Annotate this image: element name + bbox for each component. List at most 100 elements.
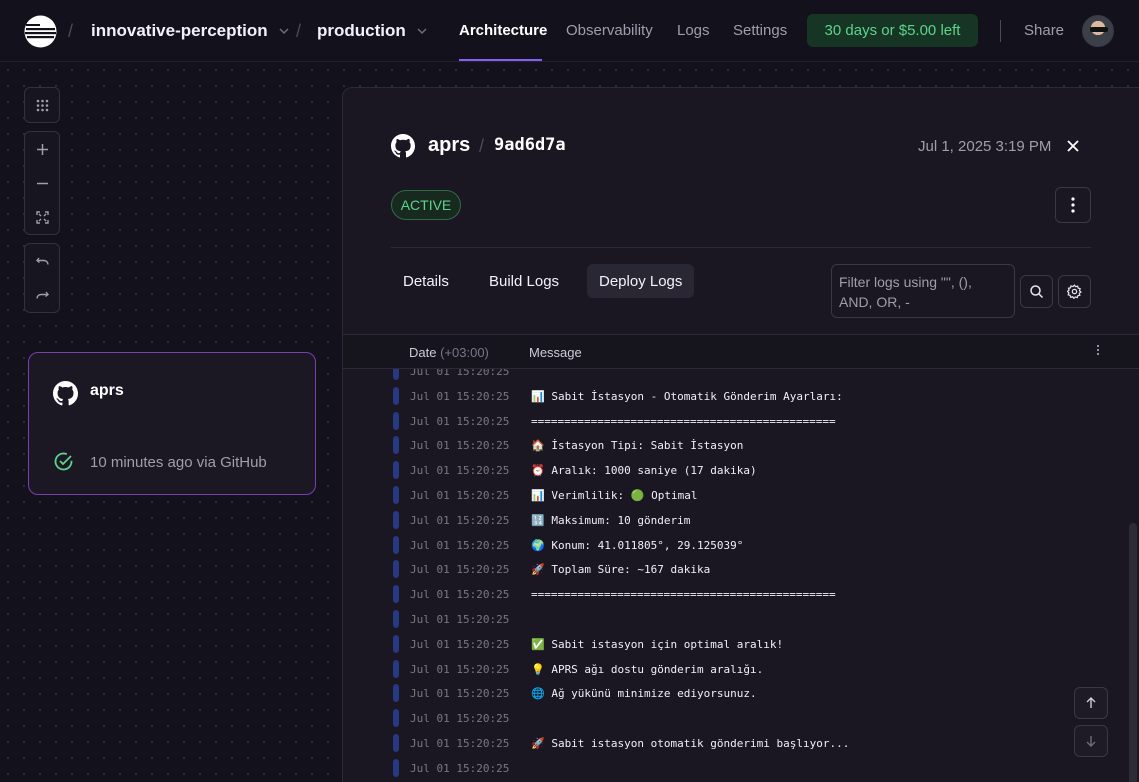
tab-deploy-logs[interactable]: Deploy Logs <box>587 264 695 298</box>
divider <box>391 247 1091 248</box>
breadcrumb-separator: / <box>68 21 74 41</box>
environment-name: production <box>317 21 406 40</box>
date-column-header[interactable]: Date (+03:00) <box>409 345 489 360</box>
log-row[interactable]: Jul 01 15:20:25 <box>343 756 1139 781</box>
environment-selector[interactable]: production <box>317 21 428 41</box>
log-timestamp: Jul 01 15:20:25 <box>410 563 510 577</box>
fit-view-button[interactable] <box>25 200 59 234</box>
log-message: 📊 Sabit İstasyon - Otomatik Gönderim Aya… <box>531 389 843 403</box>
deployment-panel: aprs / 9ad6d7a Jul 1, 2025 3:19 PM ACTIV… <box>342 87 1139 782</box>
log-row[interactable]: Jul 01 15:20:25 ⏰ Aralık: 1000 saniye (17… <box>343 458 1139 483</box>
log-timestamp: Jul 01 15:20:25 <box>410 588 510 602</box>
chevron-down-icon <box>417 28 427 35</box>
avatar[interactable] <box>1082 15 1114 47</box>
search-icon <box>1030 285 1044 299</box>
log-timestamp: Jul 01 15:20:25 <box>410 513 510 527</box>
log-message: ✅ Sabit istasyon için optimal aralık! <box>531 637 784 651</box>
zoom-in-button[interactable] <box>25 132 59 166</box>
github-icon <box>391 134 415 158</box>
log-timestamp: Jul 01 15:20:25 <box>410 712 510 726</box>
log-timestamp: Jul 01 15:20:25 <box>410 369 510 378</box>
commit-hash[interactable]: 9ad6d7a <box>494 135 566 155</box>
log-row[interactable]: Jul 01 15:20:25 <box>343 706 1139 731</box>
log-level-indicator <box>393 369 399 380</box>
log-timestamp: Jul 01 15:20:25 <box>410 637 510 651</box>
log-timestamp: Jul 01 15:20:25 <box>410 464 510 478</box>
canvas-toolbar-history <box>24 243 60 313</box>
tab-settings[interactable]: Settings <box>733 22 787 39</box>
service-card-aprs[interactable]: aprs 10 minutes ago via GitHub <box>28 352 316 495</box>
log-message: 🚀 Sabit istasyon otomatik gönderimi başl… <box>531 737 850 750</box>
log-level-indicator <box>393 436 399 455</box>
timezone-label: (+03:00) <box>440 345 489 360</box>
share-button[interactable]: Share <box>1024 22 1064 39</box>
arrow-up-icon <box>1086 697 1096 708</box>
log-row[interactable]: Jul 01 15:20:25 🌍 Konum: 41.011805°, 29.1… <box>343 533 1139 558</box>
scroll-to-bottom-button[interactable] <box>1074 725 1108 757</box>
log-row[interactable]: Jul 01 15:20:25 🏠 İstasyon Tipi: Sabit İs… <box>343 433 1139 458</box>
github-icon <box>53 381 78 406</box>
grid-button[interactable] <box>25 88 59 122</box>
log-list[interactable]: Jul 01 15:20:25 Jul 01 15:20:25 📊 Sabit İs… <box>343 369 1139 782</box>
log-row[interactable]: Jul 01 15:20:25 🔢 Maksimum: 10 gönderim <box>343 508 1139 533</box>
log-message: 💡 APRS ağı dostu gönderim aralığı. <box>531 662 764 676</box>
scrollbar[interactable] <box>1129 523 1137 782</box>
more-options-button[interactable] <box>1055 187 1091 223</box>
zoom-out-button[interactable] <box>25 166 59 200</box>
close-icon[interactable] <box>1064 137 1082 155</box>
log-settings-button[interactable] <box>1058 275 1091 308</box>
service-name: aprs <box>90 382 124 399</box>
scroll-to-top-button[interactable] <box>1074 687 1108 719</box>
log-level-indicator <box>393 634 399 653</box>
tab-build-logs[interactable]: Build Logs <box>477 264 571 298</box>
log-message: ⏰ Aralık: 1000 saniye (17 dakika) <box>531 464 757 478</box>
undo-button[interactable] <box>25 244 59 278</box>
log-row[interactable]: Jul 01 15:20:25 🚀 Sabit istasyon otomatik… <box>343 731 1139 756</box>
log-message: 🚀 Toplam Süre: ~167 dakika <box>531 563 711 577</box>
redo-button[interactable] <box>25 278 59 312</box>
top-navbar: / innovative-perception / production Arc… <box>0 0 1139 62</box>
minus-icon <box>36 182 48 184</box>
log-message: 📊 Verimlilik: 🟢 Optimal <box>531 489 698 502</box>
log-row[interactable]: Jul 01 15:20:25 📊 Verimlilik: 🟢 Optimal <box>343 483 1139 508</box>
log-row[interactable]: Jul 01 15:20:25 ✅ Sabit istasyon için opt… <box>343 632 1139 657</box>
log-row[interactable]: Jul 01 15:20:25 <box>343 607 1139 632</box>
project-selector[interactable]: innovative-perception <box>91 21 290 41</box>
tab-logs[interactable]: Logs <box>677 22 710 39</box>
log-row[interactable]: Jul 01 15:20:25 =========================… <box>343 409 1139 434</box>
tab-details[interactable]: Details <box>391 264 461 298</box>
expand-icon <box>35 210 49 224</box>
canvas-toolbar-grid <box>24 87 60 123</box>
tab-architecture[interactable]: Architecture <box>459 22 547 39</box>
log-timestamp: Jul 01 15:20:25 <box>410 613 510 626</box>
check-circle-icon <box>54 452 73 471</box>
log-row[interactable]: Jul 01 15:20:25 📊 Sabit İstasyon - Otomat… <box>343 384 1139 409</box>
log-row[interactable]: Jul 01 15:20:25 🌐 Ağ yükünü minimize ediy… <box>343 681 1139 706</box>
log-level-indicator <box>393 411 399 430</box>
column-options-icon[interactable] <box>1091 343 1105 357</box>
log-level-indicator <box>393 734 399 752</box>
log-level-indicator <box>393 659 399 678</box>
log-row[interactable]: Jul 01 15:20:25 💡 APRS ağı dostu gönderim… <box>343 657 1139 682</box>
log-message: 🌍 Konum: 41.011805°, 29.125039° <box>531 538 744 552</box>
log-level-indicator <box>393 758 399 777</box>
log-table-header: Date (+03:00) Message <box>343 334 1139 369</box>
railway-logo-icon[interactable] <box>24 15 57 48</box>
log-timestamp: Jul 01 15:20:25 <box>410 761 510 775</box>
log-level-indicator <box>393 709 399 728</box>
log-row[interactable]: Jul 01 15:20:25 🚀 Toplam Süre: ~167 dakik… <box>343 557 1139 582</box>
log-row[interactable]: Jul 01 15:20:25 <box>343 369 1139 384</box>
divider <box>1000 20 1001 42</box>
redo-icon <box>35 291 49 299</box>
search-button[interactable] <box>1020 275 1053 308</box>
active-tab-indicator <box>459 59 542 61</box>
message-column-header: Message <box>529 345 582 360</box>
tab-observability[interactable]: Observability <box>566 22 653 39</box>
trial-badge[interactable]: 30 days or $5.00 left <box>807 14 978 47</box>
date-column-label: Date <box>409 345 437 360</box>
log-message: 🏠 İstasyon Tipi: Sabit İstasyon <box>531 439 744 453</box>
log-row[interactable]: Jul 01 15:20:25 =========================… <box>343 582 1139 607</box>
log-filter-input[interactable]: Filter logs using "", (), AND, OR, - <box>831 264 1015 318</box>
vertical-dots-icon <box>1071 197 1075 213</box>
log-message: ========================================… <box>531 588 836 602</box>
